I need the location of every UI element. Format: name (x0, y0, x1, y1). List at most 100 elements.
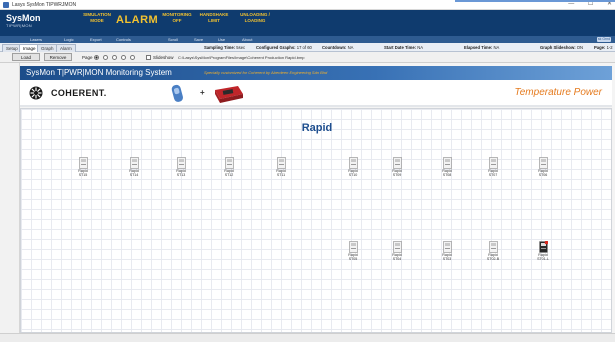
image-path-field[interactable]: C:\Lasys\SysMon\ProgramFiles\Image\Coher… (178, 53, 305, 62)
station-icon (129, 157, 139, 169)
configured-graphs-status: Configured Graphs: 17 of 60 (256, 44, 312, 52)
brand-name: SysMon (6, 13, 41, 23)
station-device[interactable]: Rapid ST12 (216, 157, 242, 177)
station-device[interactable]: Rapid ST11 (268, 157, 294, 177)
start-datetime-status: Start Date Time: NA (384, 44, 423, 52)
station-device[interactable]: Rapid ST06 (530, 157, 556, 177)
station-label: Rapid ST05 (348, 253, 358, 261)
sampling-time-label: Sampling Time: (204, 45, 236, 50)
station-label: Rapid ST04 (392, 253, 402, 261)
station-device[interactable]: Rapid ST02-B (480, 241, 506, 261)
slideshow-label: Slideshow (153, 55, 174, 60)
station-label: Rapid ST11 (276, 169, 286, 177)
menu-export[interactable]: Export (90, 36, 102, 43)
station-label: Rapid ST06 (538, 169, 548, 177)
app-window: Lasys SysMon TIPWRJMON — ☐ ✕ SysMon TIPW… (0, 0, 615, 342)
tab-graph[interactable]: Graph (37, 44, 58, 52)
station-device[interactable]: Rapid ST04 (384, 241, 410, 261)
station-device[interactable]: Rapid ST10 (340, 157, 366, 177)
monitoring-toggle[interactable]: MONITORING OFF (162, 12, 192, 23)
graph-slideshow-value: ON (576, 45, 584, 50)
plus-sign: + (200, 88, 205, 97)
station-device[interactable]: Rapid ST01-L (530, 241, 556, 261)
station-icon (224, 157, 234, 169)
station-device[interactable]: Rapid ST15 (70, 157, 96, 177)
station-label: Rapid ST07 (488, 169, 498, 177)
graph-slideshow-status: Graph Slideshow: ON (540, 44, 583, 52)
station-icon (488, 241, 498, 253)
station-icon (488, 157, 498, 169)
slideshow-checkbox[interactable] (146, 55, 151, 60)
tab-alarm[interactable]: Alarm (56, 44, 76, 52)
countdown-status: Countdown: NA (322, 44, 353, 52)
page-radio-1[interactable] (94, 55, 99, 60)
station-icon (176, 157, 186, 169)
sampling-time-value: 5sec (236, 45, 246, 50)
simulation-mode-indicator[interactable]: SIMULATION MODE (82, 12, 112, 23)
coherent-wordmark: COHERENT. (51, 88, 107, 98)
page-selector-label: Page (82, 55, 93, 60)
menu-about[interactable]: About (242, 36, 252, 43)
page-radio-2[interactable] (103, 55, 108, 60)
sensor-device-icon (171, 84, 184, 102)
menu-lasers[interactable]: Lasers (30, 36, 42, 43)
menu-scroll[interactable]: Scroll (168, 36, 178, 43)
page-status: Page: 1-2 (594, 44, 613, 52)
load-button[interactable]: Load (12, 53, 40, 61)
station-label: Rapid ST08 (442, 169, 452, 177)
menu-controls[interactable]: Controls (116, 36, 131, 43)
brand: SysMon TIPWR|MON (6, 13, 41, 28)
image-toolbar: Load Remove Page Slideshow C:\Lasys\SysM… (0, 52, 615, 63)
countdown-value: NA (347, 45, 354, 50)
station-device[interactable]: Rapid ST03 (434, 241, 460, 261)
temperature-power-title: Temperature Power (514, 87, 602, 98)
page-radio-4[interactable] (121, 55, 126, 60)
canvas-title: Rapid (301, 122, 333, 134)
configured-graphs-value: 17 of 60 (296, 45, 312, 50)
station-icon (78, 157, 88, 169)
start-datetime-label: Start Date Time: (384, 45, 417, 50)
window-title: Lasys SysMon TIPWRJMON (12, 2, 77, 8)
elapsed-time-label: Elapsed Time: (464, 45, 493, 50)
station-label: Rapid ST02-B (486, 253, 500, 261)
menu-use[interactable]: Use (218, 36, 225, 43)
station-label: Rapid ST03 (442, 253, 452, 261)
alarm-indicator[interactable]: ALARM (116, 14, 158, 26)
elapsed-time-status: Elapsed Time: NA (464, 44, 499, 52)
station-icon (442, 241, 452, 253)
strip-right-button[interactable]: sk Grnd (597, 37, 611, 42)
menu-logic[interactable]: Logic (64, 36, 74, 43)
station-device[interactable]: Rapid ST08 (434, 157, 460, 177)
station-device[interactable]: Rapid ST05 (340, 241, 366, 261)
station-label: Rapid ST15 (78, 169, 88, 177)
logo-band: COHERENT. + Temperature Power (20, 80, 612, 107)
configured-graphs-label: Configured Graphs: (256, 45, 296, 50)
menu-save[interactable]: Save (194, 36, 203, 43)
page-value: 1-2 (606, 45, 613, 50)
station-label: Rapid ST09 (392, 169, 402, 177)
handshake-limit-indicator[interactable]: HANDSHAKE LIMIT (198, 12, 230, 23)
left-gutter (0, 63, 20, 335)
station-device[interactable]: Rapid ST13 (168, 157, 194, 177)
page-radio-5[interactable] (130, 55, 135, 60)
station-icon (538, 157, 548, 169)
brand-subtitle: TIPWR|MON (6, 23, 32, 28)
station-icon (392, 241, 402, 253)
banner-tagline: Specially customized for Coherent by Abe… (204, 70, 328, 75)
power-meter-icon (215, 86, 243, 103)
page-radio-3[interactable] (112, 55, 117, 60)
station-label: Rapid ST10 (348, 169, 358, 177)
unloading-loading-indicator[interactable]: UNLOADING / LOADING (236, 12, 274, 23)
page-label: Page: (594, 45, 606, 50)
start-datetime-value: NA (417, 45, 424, 50)
sampling-time-status: Sampling Time: 5sec (204, 44, 245, 52)
station-device[interactable]: Rapid ST14 (121, 157, 147, 177)
station-device[interactable]: Rapid ST07 (480, 157, 506, 177)
remove-button[interactable]: Remove (44, 53, 72, 61)
station-map-canvas: Rapid Rapid ST15 Rapid ST14 Rapid ST13 Rapid ST… (20, 108, 612, 333)
graph-slideshow-label: Graph Slideshow: (540, 45, 576, 50)
system-banner: SysMon T|PWR|MON Monitoring System Speci… (20, 66, 612, 80)
tabs-status-row: Setup Image Graph Alarm Sampling Time: 5… (0, 43, 615, 52)
station-alert-icon (538, 241, 548, 253)
station-device[interactable]: Rapid ST09 (384, 157, 410, 177)
